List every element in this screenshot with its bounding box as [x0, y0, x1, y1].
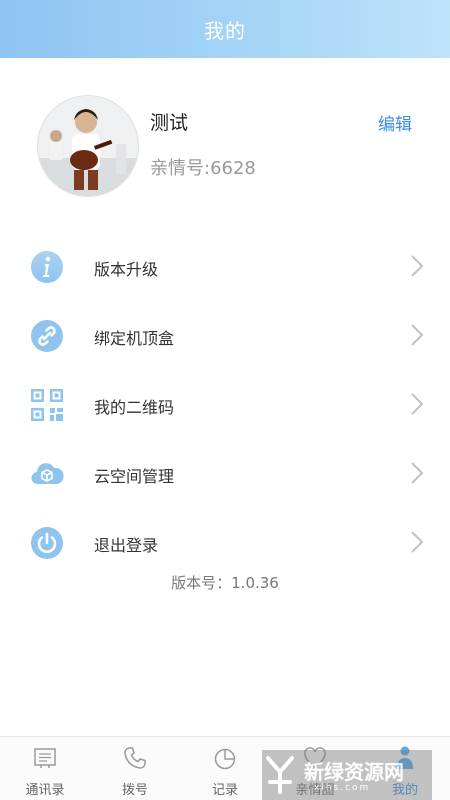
settings-menu: 版本升级 绑定机顶盒 我的二维码 云空间管理 退出登录 [0, 232, 450, 577]
link-icon [31, 320, 63, 352]
menu-item-cloud-space[interactable]: 云空间管理 [0, 439, 450, 508]
tab-contacts[interactable]: 通讯录 [0, 737, 90, 800]
watermark: 新绿资源网 xlhs.com [262, 750, 432, 800]
menu-item-my-qr-code[interactable]: 我的二维码 [0, 370, 450, 439]
page-title: 我的 [204, 18, 246, 43]
avatar[interactable] [38, 96, 138, 196]
avatar-photo [38, 96, 138, 196]
watermark-subtext: xlhs.com [314, 783, 371, 793]
menu-item-bind-settop-box[interactable]: 绑定机顶盒 [0, 301, 450, 370]
phone-icon [124, 747, 146, 769]
menu-item-upgrade[interactable]: 版本升级 [0, 232, 450, 301]
chevron-right-icon [411, 255, 424, 277]
family-number: 亲情号:6628 [150, 158, 256, 179]
power-icon [31, 527, 63, 559]
menu-item-label: 我的二维码 [94, 398, 175, 417]
title-bar: 我的 [0, 0, 450, 58]
tab-dial[interactable]: 拨号 [90, 737, 180, 800]
version-number: 版本号：1.0.36 [171, 574, 279, 592]
profile-name: 测试 [150, 112, 189, 134]
menu-item-label: 退出登录 [94, 536, 159, 555]
chevron-right-icon [411, 324, 424, 346]
chevron-right-icon [411, 393, 424, 415]
menu-item-logout[interactable]: 退出登录 [0, 508, 450, 577]
tab-label: 通讯录 [25, 783, 65, 798]
tab-label: 拨号 [121, 783, 148, 798]
profile-section: 测试 亲情号:6628 编辑 [0, 58, 450, 208]
qr-code-icon [31, 389, 63, 421]
contacts-icon [34, 748, 56, 768]
menu-item-label: 云空间管理 [94, 467, 175, 486]
edit-button[interactable]: 编辑 [378, 110, 412, 135]
cloud-box-icon [31, 463, 64, 485]
chevron-right-icon [411, 531, 424, 553]
menu-item-label: 绑定机顶盒 [94, 329, 175, 348]
tab-records[interactable]: 记录 [180, 737, 270, 800]
watermark-text: 新绿资源网 [304, 760, 404, 784]
info-icon [31, 251, 63, 283]
chevron-right-icon [411, 462, 424, 484]
pie-chart-icon [214, 748, 236, 770]
menu-item-label: 版本升级 [94, 260, 159, 279]
tab-label: 记录 [211, 783, 238, 798]
